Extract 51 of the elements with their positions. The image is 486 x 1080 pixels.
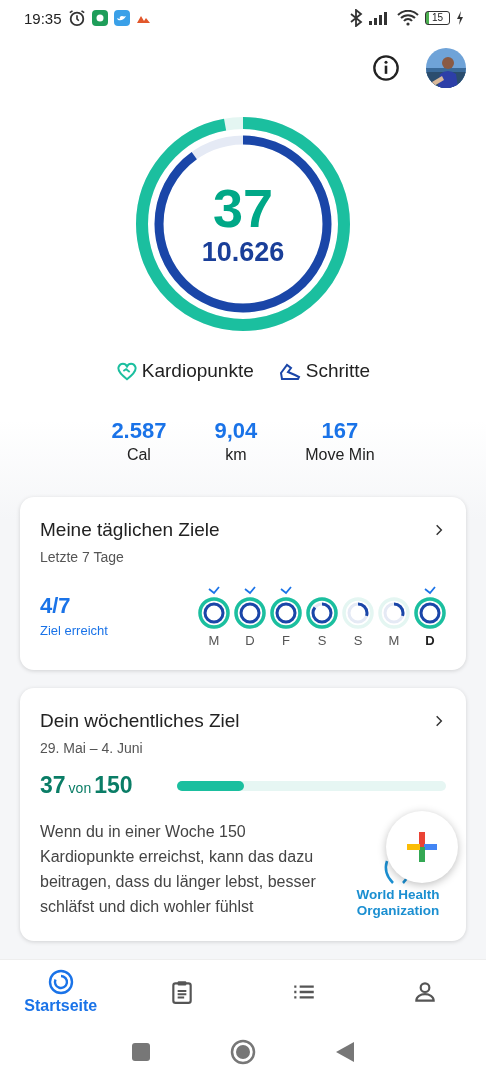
info-icon[interactable] xyxy=(372,54,400,82)
card-title: Meine täglichen Ziele xyxy=(40,519,220,541)
stat-label: Cal xyxy=(126,446,151,464)
bluetooth-icon xyxy=(348,9,363,27)
day-rings xyxy=(342,597,374,629)
day-label: S xyxy=(353,633,363,648)
back-button[interactable] xyxy=(336,1042,354,1062)
bird-notification-icon xyxy=(113,10,130,26)
day-rings xyxy=(234,597,266,629)
day-rings xyxy=(198,597,230,629)
weekly-goal-card[interactable] xyxy=(20,688,466,941)
daily-goals-card[interactable]: Meine täglichen Ziele Letzte 7 Tage 4/7 Ziel erreicht M D F S S M D xyxy=(20,497,466,670)
day-label: D xyxy=(245,633,255,648)
stat-value: 9,04 xyxy=(214,418,258,444)
ring-icon xyxy=(47,969,74,995)
day-label: D xyxy=(425,633,435,648)
stat-label: km xyxy=(225,446,247,464)
wifi-icon xyxy=(396,10,419,26)
app-notification-icon xyxy=(91,10,108,26)
add-button[interactable] xyxy=(386,811,458,883)
charging-icon xyxy=(456,11,464,25)
day-rings xyxy=(378,597,410,629)
goal-score-label: Ziel erreicht xyxy=(40,623,108,638)
status-time: 19:35 xyxy=(24,9,62,27)
day-label: F xyxy=(282,633,290,648)
shoe-icon xyxy=(277,361,302,381)
stat-value: 2.587 xyxy=(111,418,167,444)
day-rings xyxy=(414,597,446,629)
home-button[interactable] xyxy=(230,1039,256,1065)
day-rings xyxy=(306,597,338,629)
day-label: M xyxy=(388,633,400,648)
battery-indicator: 15 xyxy=(424,11,450,25)
day-label: M xyxy=(208,633,220,648)
stat-label: Move Min xyxy=(305,446,375,464)
cardio-points-value: 37 xyxy=(212,180,274,235)
stat-value: 167 xyxy=(321,418,359,444)
legend-label: Kardiopunkte xyxy=(141,360,254,382)
goal-score: 4/7 xyxy=(40,593,72,619)
source-logo-text: World Health Organization xyxy=(355,887,441,919)
plus-icon xyxy=(405,830,439,864)
legend-label: Schritte xyxy=(305,360,371,382)
alarm-icon xyxy=(67,9,86,27)
heart-icon xyxy=(115,361,138,381)
card-subtitle: Letzte 7 Tage xyxy=(40,549,125,565)
weekly-progress-text: 37 von 150 xyxy=(40,772,133,799)
info-paragraph: Wenn du in einer Woche 150 Kardiopunkte erreichst, kann das dazu beitragen, dass du länger lebst, besser schläfst und dich wohler fühlst xyxy=(40,822,317,917)
day-label: S xyxy=(317,633,327,648)
card-subtitle: 29. Mai – 4. Juni xyxy=(40,740,144,756)
day-rings xyxy=(270,597,302,629)
steps-value: 10.626 xyxy=(201,236,285,268)
card-title: Dein wöchentliches Ziel xyxy=(40,710,240,732)
